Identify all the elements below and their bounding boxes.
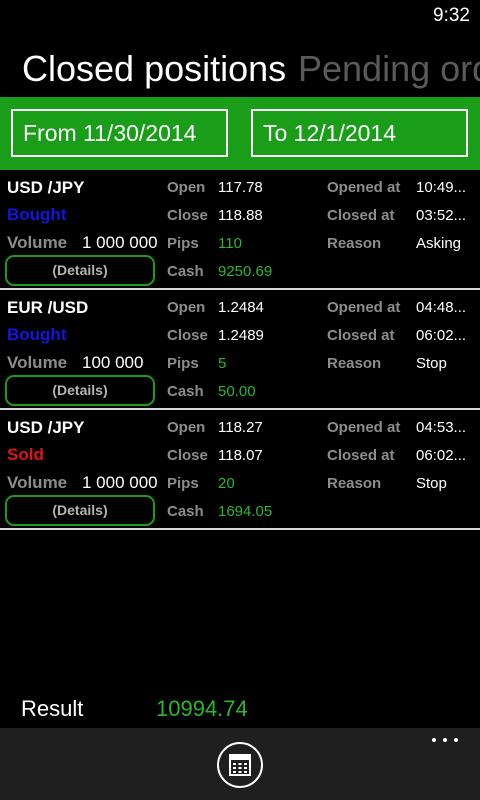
result-value: 10994.74 bbox=[156, 696, 248, 721]
volume-value: 100 000 bbox=[82, 353, 144, 372]
volume-value: 1 000 000 bbox=[82, 473, 158, 492]
ellipsis-icon bbox=[443, 738, 447, 742]
cash-label: Cash bbox=[167, 383, 204, 400]
open-value: 1.2484 bbox=[218, 299, 264, 316]
close-value: 1.2489 bbox=[218, 327, 264, 344]
opened-at-value: 04:48... bbox=[416, 299, 467, 316]
pivot-tab-closed-positions[interactable]: Closed positions bbox=[22, 44, 286, 94]
cash-label: Cash bbox=[167, 503, 204, 520]
closed-at-label: Closed at bbox=[327, 327, 395, 344]
opened-at-label: Opened at bbox=[327, 299, 401, 316]
position-item: USD /JPY Bought Volume 1 000 000 (Detail… bbox=[0, 170, 480, 290]
open-label: Open bbox=[167, 299, 206, 316]
volume-label: Volume bbox=[7, 233, 68, 252]
status-bar: 9:32 bbox=[0, 0, 480, 32]
pips-value: 110 bbox=[218, 235, 242, 252]
pips-label: Pips bbox=[167, 235, 199, 252]
currency-pair: USD /JPY bbox=[7, 418, 85, 437]
close-label: Close bbox=[167, 327, 208, 344]
trade-side: Sold bbox=[7, 445, 44, 464]
close-label: Close bbox=[167, 447, 208, 464]
reason-value: Stop bbox=[416, 475, 447, 492]
currency-pair: EUR /USD bbox=[7, 298, 89, 317]
ellipsis-icon bbox=[432, 738, 436, 742]
to-date-picker[interactable]: To 12/1/2014 bbox=[251, 109, 468, 157]
opened-at-label: Opened at bbox=[327, 419, 401, 436]
calendar-button[interactable] bbox=[217, 742, 263, 788]
result-label: Result bbox=[21, 696, 84, 721]
opened-at-label: Opened at bbox=[327, 179, 401, 196]
close-value: 118.88 bbox=[218, 207, 263, 224]
close-label: Close bbox=[167, 207, 208, 224]
position-item: EUR /USD Bought Volume 100 000 (Details)… bbox=[0, 290, 480, 410]
details-button[interactable]: (Details) bbox=[5, 375, 155, 406]
open-label: Open bbox=[167, 179, 206, 196]
currency-pair: USD /JPY bbox=[7, 178, 85, 197]
cash-value: 1694.05 bbox=[218, 503, 273, 520]
reason-label: Reason bbox=[327, 475, 382, 492]
closed-at-value: 06:02... bbox=[416, 447, 467, 464]
trade-side: Bought bbox=[7, 205, 67, 224]
details-button[interactable]: (Details) bbox=[5, 255, 155, 286]
date-filter-bar: From 11/30/2014 To 12/1/2014 bbox=[0, 97, 480, 170]
pivot-header: Closed positions Pending ord bbox=[0, 44, 480, 96]
closed-at-label: Closed at bbox=[327, 207, 395, 224]
reason-value: Asking bbox=[416, 235, 462, 252]
pips-value: 5 bbox=[218, 355, 227, 372]
open-value: 118.27 bbox=[218, 419, 263, 436]
pips-label: Pips bbox=[167, 355, 199, 372]
trade-side: Bought bbox=[7, 325, 67, 344]
clock: 9:32 bbox=[433, 5, 470, 26]
open-label: Open bbox=[167, 419, 206, 436]
closed-at-value: 06:02... bbox=[416, 327, 467, 344]
closed-at-value: 03:52... bbox=[416, 207, 467, 224]
ellipsis-icon bbox=[454, 738, 458, 742]
more-options-button[interactable] bbox=[430, 732, 462, 748]
reason-label: Reason bbox=[327, 355, 382, 372]
from-date-picker[interactable]: From 11/30/2014 bbox=[11, 109, 228, 157]
opened-at-value: 04:53... bbox=[416, 419, 467, 436]
reason-label: Reason bbox=[327, 235, 382, 252]
cash-value: 9250.69 bbox=[218, 263, 273, 280]
opened-at-value: 10:49... bbox=[416, 179, 467, 196]
position-item: USD /JPY Sold Volume 1 000 000 (Details)… bbox=[0, 410, 480, 530]
calendar-icon bbox=[229, 754, 251, 776]
volume-label: Volume bbox=[7, 473, 68, 492]
volume-value: 1 000 000 bbox=[82, 233, 158, 252]
positions-list: USD /JPY Bought Volume 1 000 000 (Detail… bbox=[0, 170, 480, 530]
cash-value: 50.00 bbox=[218, 383, 256, 400]
close-value: 118.07 bbox=[218, 447, 263, 464]
open-value: 117.78 bbox=[218, 179, 263, 196]
details-button[interactable]: (Details) bbox=[5, 495, 155, 526]
volume-label: Volume bbox=[7, 353, 68, 372]
reason-value: Stop bbox=[416, 355, 447, 372]
pips-value: 20 bbox=[218, 475, 235, 492]
cash-label: Cash bbox=[167, 263, 204, 280]
closed-at-label: Closed at bbox=[327, 447, 395, 464]
pivot-tab-pending-orders[interactable]: Pending ord bbox=[298, 44, 480, 94]
app-bar bbox=[0, 728, 480, 800]
pips-label: Pips bbox=[167, 475, 199, 492]
